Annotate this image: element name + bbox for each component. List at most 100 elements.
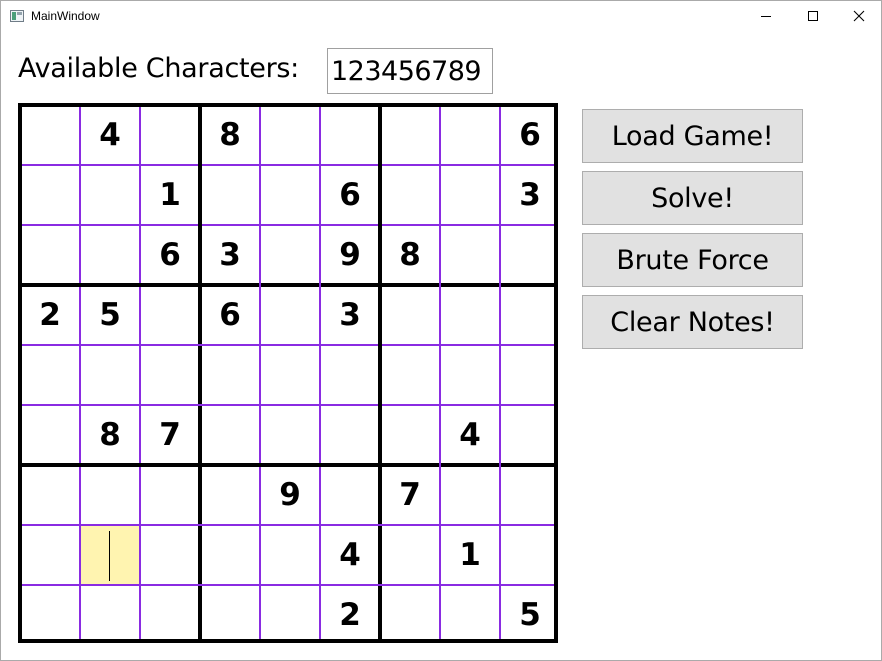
sudoku-cell-r5-c5[interactable]: [260, 345, 320, 405]
sudoku-cell-r2-c6[interactable]: 6: [320, 165, 380, 225]
sudoku-cell-r2-c3[interactable]: 1: [140, 165, 200, 225]
sudoku-cell-r7-c4[interactable]: [200, 465, 260, 525]
cell-divider-horizontal: [22, 584, 554, 586]
sudoku-cell-r6-c9[interactable]: [500, 405, 560, 465]
sudoku-cell-r8-c3[interactable]: [140, 525, 200, 585]
sudoku-cell-r6-c3[interactable]: 7: [140, 405, 200, 465]
sudoku-cell-r9-c8[interactable]: [440, 585, 500, 645]
sudoku-cell-r7-c8[interactable]: [440, 465, 500, 525]
app-window-icon: [10, 10, 24, 22]
sudoku-cell-r3-c3[interactable]: 6: [140, 225, 200, 285]
load-game-button[interactable]: Load Game!: [582, 109, 803, 163]
sudoku-cell-r1-c5[interactable]: [260, 105, 320, 165]
sudoku-cell-r9-c6[interactable]: 2: [320, 585, 380, 645]
sudoku-cell-r2-c5[interactable]: [260, 165, 320, 225]
sudoku-cell-r6-c6[interactable]: [320, 405, 380, 465]
sudoku-cell-r7-c2[interactable]: [80, 465, 140, 525]
sudoku-cell-r7-c6[interactable]: [320, 465, 380, 525]
sudoku-cell-r4-c2[interactable]: 5: [80, 285, 140, 345]
sudoku-cell-r5-c8[interactable]: [440, 345, 500, 405]
sudoku-cell-r3-c5[interactable]: [260, 225, 320, 285]
sudoku-cell-r2-c1[interactable]: [20, 165, 80, 225]
sudoku-cell-r1-c6[interactable]: [320, 105, 380, 165]
sudoku-cell-r8-c9[interactable]: [500, 525, 560, 585]
sudoku-cell-r2-c4[interactable]: [200, 165, 260, 225]
sudoku-cell-r4-c4[interactable]: 6: [200, 285, 260, 345]
sudoku-cell-r2-c8[interactable]: [440, 165, 500, 225]
sudoku-cell-r7-c7[interactable]: 7: [380, 465, 440, 525]
sudoku-cell-r5-c9[interactable]: [500, 345, 560, 405]
sudoku-cell-r6-c7[interactable]: [380, 405, 440, 465]
cell-divider-vertical: [319, 107, 321, 639]
main-window: MainWindow Available Characters: 4861636…: [0, 0, 882, 661]
sudoku-cell-r8-c7[interactable]: [380, 525, 440, 585]
sudoku-cell-r7-c5[interactable]: 9: [260, 465, 320, 525]
cell-divider-vertical: [139, 107, 141, 639]
sudoku-cell-r3-c1[interactable]: [20, 225, 80, 285]
sudoku-cell-r3-c4[interactable]: 3: [200, 225, 260, 285]
sudoku-cell-r6-c4[interactable]: [200, 405, 260, 465]
solve-button[interactable]: Solve!: [582, 171, 803, 225]
box-divider-vertical: [378, 107, 382, 639]
sudoku-cell-r8-c8[interactable]: 1: [440, 525, 500, 585]
box-divider-horizontal: [22, 283, 554, 287]
sudoku-cell-r8-c5[interactable]: [260, 525, 320, 585]
sudoku-cell-r6-c1[interactable]: [20, 405, 80, 465]
sudoku-cell-r5-c4[interactable]: [200, 345, 260, 405]
sudoku-cell-r1-c4[interactable]: 8: [200, 105, 260, 165]
sudoku-cell-r2-c2[interactable]: [80, 165, 140, 225]
sudoku-cell-r8-c4[interactable]: [200, 525, 260, 585]
sudoku-cell-r9-c4[interactable]: [200, 585, 260, 645]
brute-force-button[interactable]: Brute Force: [582, 233, 803, 287]
sudoku-cell-r4-c9[interactable]: [500, 285, 560, 345]
sudoku-cell-r8-c2[interactable]: [80, 525, 140, 585]
sudoku-cell-r6-c8[interactable]: 4: [440, 405, 500, 465]
sudoku-cell-r2-c7[interactable]: [380, 165, 440, 225]
sudoku-cell-r6-c5[interactable]: [260, 405, 320, 465]
available-characters-input[interactable]: [327, 48, 493, 94]
sudoku-cell-r1-c8[interactable]: [440, 105, 500, 165]
sudoku-cell-r1-c3[interactable]: [140, 105, 200, 165]
sudoku-cell-r4-c6[interactable]: 3: [320, 285, 380, 345]
sudoku-cell-r4-c3[interactable]: [140, 285, 200, 345]
title-bar[interactable]: MainWindow: [1, 1, 881, 31]
sudoku-cell-r3-c2[interactable]: [80, 225, 140, 285]
sudoku-cell-r5-c2[interactable]: [80, 345, 140, 405]
sudoku-cell-r5-c1[interactable]: [20, 345, 80, 405]
maximize-button[interactable]: [790, 1, 836, 31]
sudoku-cell-r9-c9[interactable]: 5: [500, 585, 560, 645]
sudoku-cell-r8-c6[interactable]: 4: [320, 525, 380, 585]
sudoku-cell-r4-c7[interactable]: [380, 285, 440, 345]
sudoku-cell-r3-c9[interactable]: [500, 225, 560, 285]
sudoku-cell-r1-c2[interactable]: 4: [80, 105, 140, 165]
sudoku-cell-r1-c7[interactable]: [380, 105, 440, 165]
sudoku-cell-r6-c2[interactable]: 8: [80, 405, 140, 465]
sudoku-cell-r8-c1[interactable]: [20, 525, 80, 585]
sudoku-cell-r3-c8[interactable]: [440, 225, 500, 285]
cell-divider-vertical: [259, 107, 261, 639]
sudoku-cell-r7-c9[interactable]: [500, 465, 560, 525]
sudoku-cell-r4-c1[interactable]: 2: [20, 285, 80, 345]
sudoku-cell-r5-c6[interactable]: [320, 345, 380, 405]
sudoku-cell-r5-c3[interactable]: [140, 345, 200, 405]
sudoku-cell-r5-c7[interactable]: [380, 345, 440, 405]
sudoku-cell-r1-c9[interactable]: 6: [500, 105, 560, 165]
minimize-button[interactable]: [743, 1, 789, 31]
close-button[interactable]: [836, 1, 882, 31]
sudoku-cell-r9-c7[interactable]: [380, 585, 440, 645]
sudoku-cell-r3-c6[interactable]: 9: [320, 225, 380, 285]
sudoku-cell-r7-c3[interactable]: [140, 465, 200, 525]
cell-divider-horizontal: [22, 164, 554, 166]
sudoku-cell-r9-c2[interactable]: [80, 585, 140, 645]
sudoku-cell-r1-c1[interactable]: [20, 105, 80, 165]
sudoku-cell-r4-c8[interactable]: [440, 285, 500, 345]
sudoku-cell-r2-c9[interactable]: 3: [500, 165, 560, 225]
clear-notes-button[interactable]: Clear Notes!: [582, 295, 803, 349]
sudoku-cell-r7-c1[interactable]: [20, 465, 80, 525]
sudoku-cell-r3-c7[interactable]: 8: [380, 225, 440, 285]
sudoku-cell-r9-c5[interactable]: [260, 585, 320, 645]
sudoku-cell-r9-c1[interactable]: [20, 585, 80, 645]
sudoku-cell-r9-c3[interactable]: [140, 585, 200, 645]
maximize-icon: [808, 11, 818, 21]
sudoku-cell-r4-c5[interactable]: [260, 285, 320, 345]
